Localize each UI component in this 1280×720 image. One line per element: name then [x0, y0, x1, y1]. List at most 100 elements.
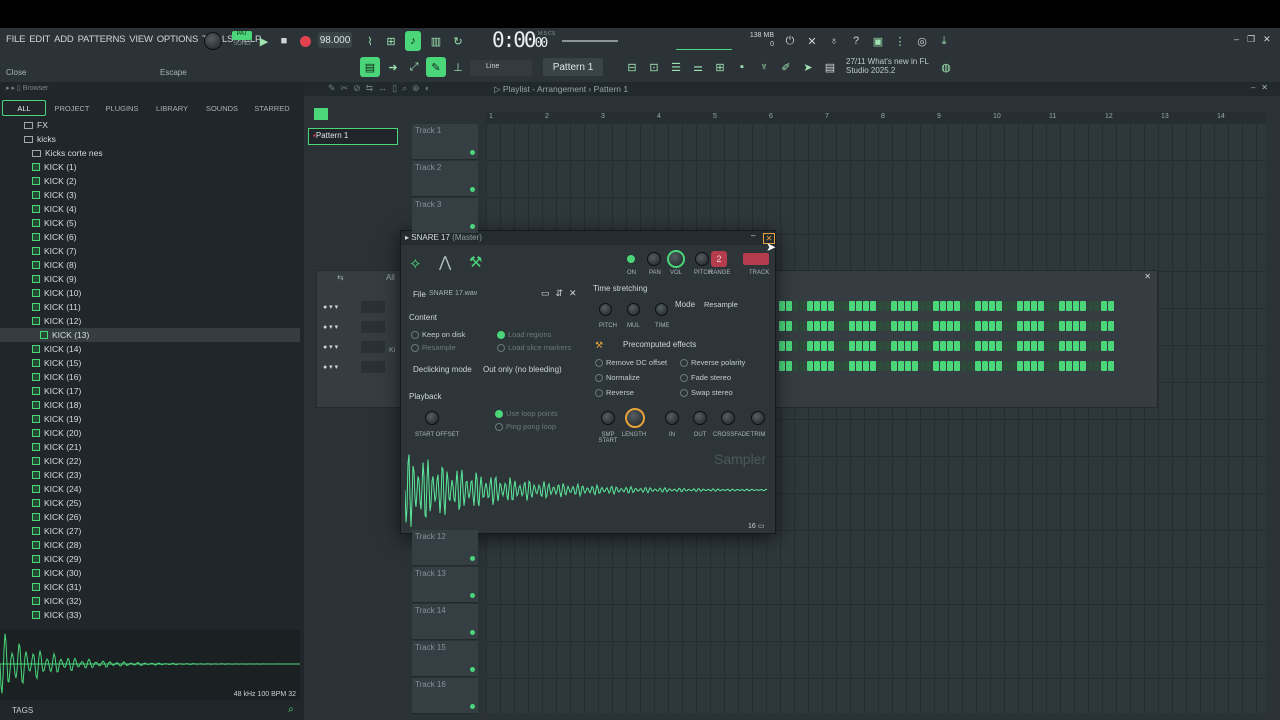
step-button[interactable] [996, 301, 1002, 311]
sample-preview[interactable]: 48 kHz 100 BPM 32 [0, 630, 300, 700]
metronome-icon[interactable]: ⌇ [362, 33, 378, 49]
step-button[interactable] [842, 301, 848, 311]
step-button[interactable] [1052, 321, 1058, 331]
save-icon[interactable]: ▣ [870, 33, 886, 49]
browser-tab-plugins[interactable]: PLUGINS [98, 100, 146, 116]
step-row[interactable] [779, 341, 1159, 361]
microphone-icon[interactable]: ♁ [826, 33, 842, 49]
step-button[interactable] [828, 361, 834, 371]
step-button[interactable] [905, 361, 911, 371]
effect-option[interactable]: Fade stereo [680, 373, 731, 382]
track-header[interactable]: Track 16 [412, 678, 478, 714]
step-button[interactable] [947, 361, 953, 371]
channel-rack-icon[interactable]: ☰ [668, 59, 684, 75]
browser-tab-starred[interactable]: STARRED [248, 100, 296, 116]
sample-item[interactable]: KICK (26) [0, 510, 300, 524]
track-header[interactable]: Track 15 [412, 641, 478, 677]
step-button[interactable] [1108, 301, 1114, 311]
option-resample[interactable]: Resample [411, 343, 456, 352]
step-button[interactable] [968, 301, 974, 311]
menu-file[interactable]: FILE [6, 34, 25, 45]
step-button[interactable] [1017, 301, 1023, 311]
rack-close-icon[interactable]: ✕ [1144, 272, 1151, 281]
step-button[interactable] [1010, 361, 1016, 371]
wait-input-icon[interactable]: ⊞ [383, 33, 399, 49]
step-button[interactable] [1059, 301, 1065, 311]
step-button[interactable] [1045, 301, 1051, 311]
step-button[interactable] [968, 321, 974, 331]
sample-item[interactable]: KICK (6) [0, 230, 300, 244]
step-button[interactable] [814, 361, 820, 371]
radio-toggle[interactable] [595, 358, 603, 367]
step-button[interactable] [1073, 341, 1079, 351]
master-pitch-slider[interactable] [562, 40, 618, 42]
sample-item[interactable]: KICK (5) [0, 216, 300, 230]
sample-item[interactable]: KICK (31) [0, 580, 300, 594]
start-offset-knob[interactable] [425, 411, 439, 425]
step-button[interactable] [1087, 301, 1093, 311]
step-button[interactable] [975, 301, 981, 311]
radio-toggle[interactable] [680, 358, 688, 367]
track-mute-led[interactable] [470, 704, 475, 709]
step-button[interactable] [870, 341, 876, 351]
step-button[interactable] [1024, 321, 1030, 331]
tags-label[interactable]: TAGS [12, 706, 33, 715]
step-button[interactable] [884, 341, 890, 351]
mixer-icon[interactable]: ⋮ [892, 33, 908, 49]
radio-toggle[interactable] [595, 388, 603, 397]
sample-item[interactable]: KICK (18) [0, 398, 300, 412]
step-button[interactable] [961, 341, 967, 351]
radio-toggle[interactable] [595, 373, 603, 382]
pitch-knob[interactable] [695, 252, 709, 266]
step-button[interactable] [1045, 321, 1051, 331]
menu-patterns[interactable]: PATTERNS [78, 34, 126, 45]
step-button[interactable] [828, 301, 834, 311]
step-button[interactable] [863, 361, 869, 371]
playlist-tools[interactable]: ✎✂⊘⇆↔▯⌕⊕◐ [328, 83, 435, 94]
timeline-ruler[interactable]: 1 2 3 4 5 6 7 8 9 10 11 12 13 14 [486, 112, 1266, 123]
channel-row[interactable]: ● ▾ ▾ [323, 361, 385, 373]
step-button[interactable] [1087, 341, 1093, 351]
step-button[interactable] [961, 361, 967, 371]
step-button[interactable] [968, 361, 974, 371]
step-edit-icon[interactable]: ▥ [428, 33, 444, 49]
radio-toggle[interactable] [497, 343, 505, 352]
sample-item[interactable]: KICK (32) [0, 594, 300, 608]
pan-knob[interactable] [647, 252, 661, 266]
step-button[interactable] [926, 321, 932, 331]
radio-toggle[interactable] [680, 373, 688, 382]
radio-toggle[interactable] [497, 330, 505, 339]
step-button[interactable] [1024, 361, 1030, 371]
step-button[interactable] [1101, 361, 1107, 371]
step-button[interactable] [814, 341, 820, 351]
step-button[interactable] [940, 301, 946, 311]
channel-row[interactable]: ● ▾ ▾ [323, 341, 385, 353]
step-button[interactable] [1038, 361, 1044, 371]
step-button[interactable] [1108, 321, 1114, 331]
globe-icon[interactable]: ◍ [938, 59, 954, 75]
step-button[interactable] [1010, 321, 1016, 331]
browser-tab-all[interactable]: ALL [2, 100, 46, 116]
step-button[interactable] [877, 321, 883, 331]
step-button[interactable] [1031, 301, 1037, 311]
step-button[interactable] [905, 341, 911, 351]
step-button[interactable] [926, 361, 932, 371]
step-button[interactable] [940, 341, 946, 351]
step-button[interactable] [1101, 321, 1107, 331]
option-load-slice-markers[interactable]: Load slice markers [497, 343, 571, 352]
envelope-icon[interactable]: ⋀ [439, 253, 451, 271]
step-button[interactable] [1101, 301, 1107, 311]
sample-item[interactable]: KICK (21) [0, 440, 300, 454]
step-button[interactable] [1066, 321, 1072, 331]
mul-stretch-knob[interactable] [627, 303, 640, 316]
step-button[interactable] [919, 341, 925, 351]
sample-item[interactable]: KICK (24) [0, 482, 300, 496]
step-button[interactable] [905, 301, 911, 311]
step-button[interactable] [814, 321, 820, 331]
step-button[interactable] [905, 321, 911, 331]
step-button[interactable] [1017, 361, 1023, 371]
step-button[interactable] [1087, 321, 1093, 331]
step-button[interactable] [961, 321, 967, 331]
step-button[interactable] [912, 361, 918, 371]
master-volume-knob[interactable] [204, 32, 222, 50]
